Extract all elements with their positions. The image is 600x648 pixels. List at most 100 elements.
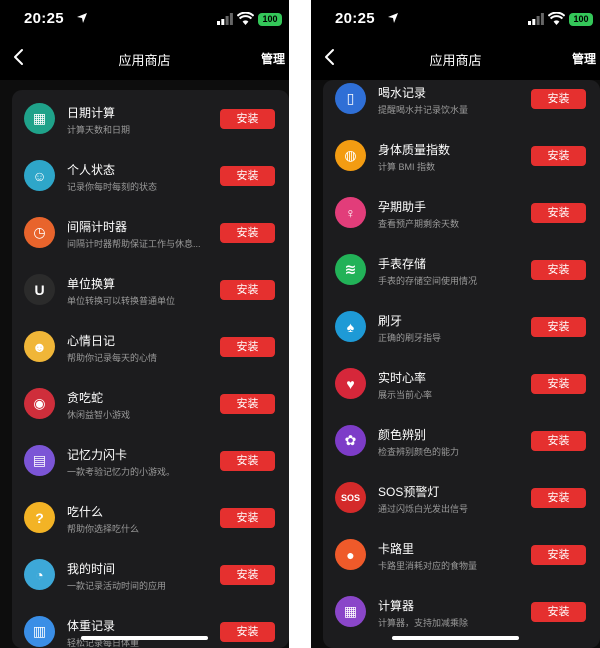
app-description: 记录你每时每刻的状态 (67, 182, 158, 192)
install-button[interactable]: 安装 (531, 374, 586, 394)
location-arrow-icon (77, 13, 87, 23)
calculator-icon: ▦ (335, 596, 366, 627)
battery-indicator: 100 (258, 13, 282, 26)
palette-icon: ✿ (335, 425, 366, 456)
app-list-card: ▦ 日期计算 计算天数和日期 安装 ☺ 个人状态 记录你每时每刻的状态 安装 ◷ 间隔计时器 间隔计… (12, 90, 289, 648)
install-button[interactable]: 安装 (220, 508, 275, 528)
install-button[interactable]: 安装 (220, 565, 275, 585)
install-button[interactable]: 安装 (220, 622, 275, 642)
app-name: 日期计算 (67, 106, 116, 120)
app-description: 休闲益智小游戏 (67, 410, 131, 420)
app-description: 正确的刷牙指导 (378, 333, 442, 343)
apple-calorie-icon: ● (335, 539, 366, 570)
app-list-card: ▯ 喝水记录 提醒喝水并记录饮水量 安装 ◍ 身体质量指数 计算 BMI 指数 安装 ♀ 孕期助手… (323, 80, 600, 648)
install-button[interactable]: 安装 (531, 602, 586, 622)
phone-screen-left: 20:25 100 应用商店 管理 ▦ 日期计算 计算天数和日期 安装 ☺ 个人状态 记录你… (0, 0, 289, 648)
app-list-item[interactable]: ≋ 手表存储 手表的存储空间使用情况 安装 (323, 241, 600, 298)
status-bar: 20:25 100 (311, 0, 600, 40)
manage-button[interactable]: 管理 (572, 50, 596, 67)
app-list[interactable]: ▦ 日期计算 计算天数和日期 安装 ☺ 个人状态 记录你每时每刻的状态 安装 ◷ 间隔计时器 间隔计… (12, 90, 289, 648)
app-description: 手表的存储空间使用情况 (378, 276, 478, 286)
wifi-icon (237, 12, 254, 25)
app-list-item[interactable]: ▯ 喝水记录 提醒喝水并记录饮水量 安装 (323, 80, 600, 127)
app-name: 颜色辨别 (378, 428, 427, 442)
app-name: 孕期助手 (378, 200, 427, 214)
install-button[interactable]: 安装 (220, 337, 275, 357)
navigation-bar: 应用商店 管理 (311, 40, 600, 76)
page-title: 应用商店 (118, 53, 171, 68)
app-name: 计算器 (378, 599, 415, 613)
install-button[interactable]: 安装 (531, 317, 586, 337)
app-list-item[interactable]: ◉ 贪吃蛇休闲益智小游戏 安装 (12, 375, 289, 432)
app-list-item[interactable]: ♥ 实时心率 展示当前心率 安装 (323, 355, 600, 412)
app-list-item[interactable]: ? 吃什么帮助你选择吃什么 安装 (12, 489, 289, 546)
install-button[interactable]: 安装 (531, 146, 586, 166)
app-description: 通过闪烁白光发出信号 (378, 504, 469, 514)
app-list-item[interactable]: ▤ 记忆力闪卡 一款考验记忆力的小游戏。 安装 (12, 432, 289, 489)
phone-screen-right: 20:25 100 应用商店 管理 ▯ 喝水记录 提醒喝水并记录饮水量 安装 ◍ 身体质量… (311, 0, 600, 648)
app-list[interactable]: ▯ 喝水记录 提醒喝水并记录饮水量 安装 ◍ 身体质量指数 计算 BMI 指数 安装 ♀ 孕期助手… (323, 80, 600, 640)
app-list-item[interactable]: ☻ 心情日记 帮助你记录每天的心情 安装 (12, 318, 289, 375)
cellular-signal-icon (528, 13, 544, 25)
app-description: 单位转换可以转换普通单位 (67, 296, 176, 306)
timer-clock-icon: ◷ (24, 217, 55, 248)
pregnancy-icon: ♀ (335, 197, 366, 228)
app-list-item[interactable]: ♠ 刷牙 正确的刷牙指导 安装 (323, 298, 600, 355)
app-name: 贪吃蛇 (67, 391, 104, 405)
app-description: 计算 BMI 指数 (378, 162, 436, 172)
sos-icon: SOS (335, 482, 366, 513)
storage-database-icon: ≋ (335, 254, 366, 285)
app-name: 体重记录 (67, 619, 116, 633)
status-time: 20:25 (335, 10, 375, 27)
app-name: 记忆力闪卡 (67, 448, 128, 462)
app-description: 卡路里消耗对应的食物量 (378, 561, 478, 571)
install-button[interactable]: 安装 (220, 166, 275, 186)
flash-card-icon: ▤ (24, 445, 55, 476)
install-button[interactable]: 安装 (220, 109, 275, 129)
app-list-item[interactable]: ◍ 身体质量指数 计算 BMI 指数 安装 (323, 127, 600, 184)
install-button[interactable]: 安装 (220, 394, 275, 414)
app-list-item[interactable]: ◷ 间隔计时器 间隔计时器帮助保证工作与休息... 安装 (12, 204, 289, 261)
app-list-item[interactable]: ▦ 日期计算 计算天数和日期 安装 (12, 90, 289, 147)
install-button[interactable]: 安装 (220, 280, 275, 300)
app-list-item[interactable]: ✿ 颜色辨别检查辨别颜色的能力 安装 (323, 412, 600, 469)
app-list-item[interactable]: ▦ 计算器计算器，支持加减乘除 安装 (323, 583, 600, 640)
question-mark-icon: ? (24, 502, 55, 533)
page-title: 应用商店 (429, 53, 482, 68)
app-name: 我的时间 (67, 562, 116, 576)
calendar-icon: ▦ (24, 103, 55, 134)
weight-scale-icon: ▥ (24, 616, 55, 647)
app-description: 检查辨别颜色的能力 (378, 447, 460, 457)
app-name: 吃什么 (67, 505, 104, 519)
install-button[interactable]: 安装 (531, 89, 586, 109)
manage-button[interactable]: 管理 (261, 50, 285, 67)
app-list-item[interactable]: ☺ 个人状态记录你每时每刻的状态 安装 (12, 147, 289, 204)
app-description: 帮助你选择吃什么 (67, 524, 140, 534)
time-ring-icon: ◔ (24, 559, 55, 590)
app-list-item[interactable]: ▥ 体重记录 轻松记录每日体重 安装 (12, 603, 289, 648)
cellular-signal-icon (217, 13, 233, 25)
status-time: 20:25 (24, 10, 64, 27)
app-list-item[interactable]: ● 卡路里卡路里消耗对应的食物量 安装 (323, 526, 600, 583)
app-store-content: ▯ 喝水记录 提醒喝水并记录饮水量 安装 ◍ 身体质量指数 计算 BMI 指数 安装 ♀ 孕期助手… (311, 80, 600, 648)
install-button[interactable]: 安装 (220, 223, 275, 243)
app-list-item[interactable]: ◔ 我的时间 一款记录活动时间的应用 安装 (12, 546, 289, 603)
install-button[interactable]: 安装 (531, 545, 586, 565)
install-button[interactable]: 安装 (531, 488, 586, 508)
app-list-item[interactable]: U 单位换算 单位转换可以转换普通单位 安装 (12, 261, 289, 318)
app-name: 卡路里 (378, 542, 415, 556)
snake-game-icon: ◉ (24, 388, 55, 419)
app-name: 心情日记 (67, 334, 116, 348)
water-glass-icon: ▯ (335, 83, 366, 114)
app-name: 个人状态 (67, 163, 116, 177)
app-list-item[interactable]: SOS SOS预警灯 通过闪烁白光发出信号 安装 (323, 469, 600, 526)
install-button[interactable]: 安装 (531, 260, 586, 280)
app-description: 计算器，支持加减乘除 (378, 618, 469, 628)
app-list-item[interactable]: ♀ 孕期助手 查看预产期剩余天数 安装 (323, 184, 600, 241)
app-name: 刷牙 (378, 314, 403, 328)
install-button[interactable]: 安装 (220, 451, 275, 471)
app-name: 身体质量指数 (378, 143, 451, 157)
install-button[interactable]: 安装 (531, 431, 586, 451)
install-button[interactable]: 安装 (531, 203, 586, 223)
smiley-face-icon: ☺ (24, 160, 55, 191)
